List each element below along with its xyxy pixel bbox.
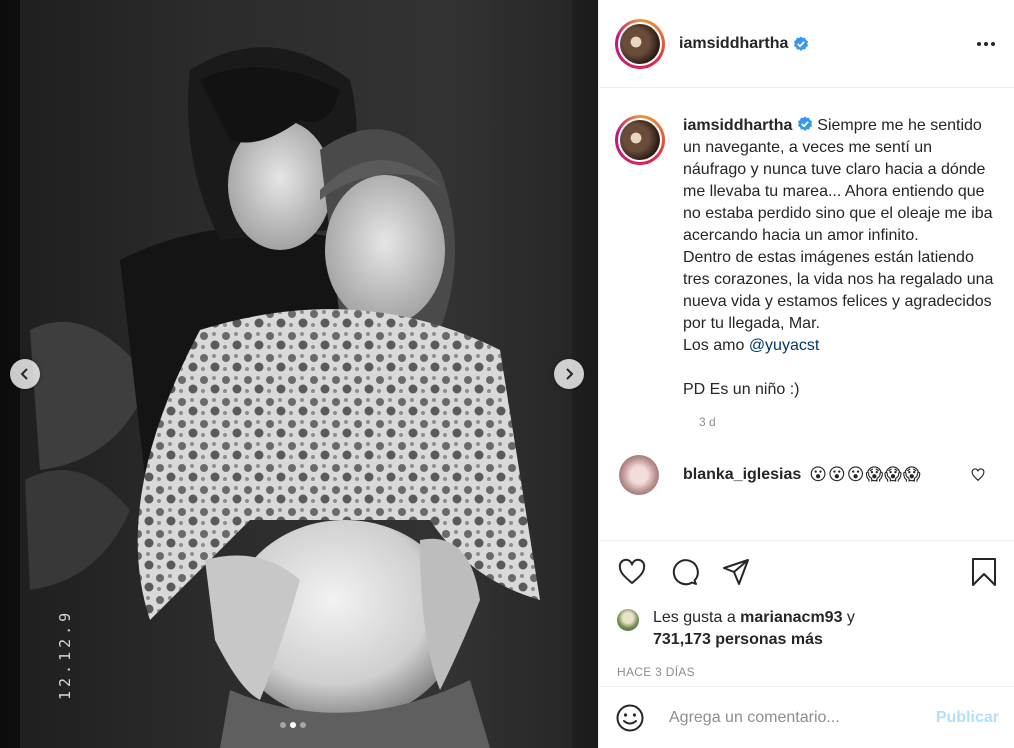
commenter-username[interactable]: blanka_iglesias	[683, 466, 801, 484]
comment-like-heart-icon[interactable]	[971, 468, 985, 482]
verified-badge-icon	[797, 116, 812, 131]
post-photo	[0, 0, 598, 748]
caption: iamsiddhartha Siempre me he sentido un n…	[615, 115, 999, 401]
comment-button[interactable]	[669, 557, 699, 587]
publish-button[interactable]: Publicar	[936, 709, 999, 727]
carousel-dot	[300, 722, 306, 728]
post-detail-panel: iamsiddhartha iamsiddhartha Siempre me h…	[598, 0, 1014, 748]
liker-avatar[interactable]	[617, 609, 639, 631]
like-button[interactable]	[617, 557, 647, 587]
author-username-text[interactable]: iamsiddhartha	[679, 35, 788, 53]
likes-prefix: Les gusta a	[653, 609, 741, 626]
carousel-indicator	[280, 722, 306, 728]
comment-input[interactable]	[669, 708, 919, 727]
post-header: iamsiddhartha	[599, 0, 1014, 88]
carousel-dot-active	[290, 722, 296, 728]
bookmark-icon	[972, 558, 996, 586]
caption-author-avatar[interactable]	[615, 115, 665, 165]
carousel-dot	[280, 722, 286, 728]
caption-postscript: PD Es un niño :)	[683, 381, 800, 398]
save-button[interactable]	[969, 557, 999, 587]
likes-connector: y	[842, 609, 855, 626]
post-actions: Les gusta a marianacm93 y 731,173 persona…	[599, 540, 1014, 679]
emoji-picker-button[interactable]	[615, 703, 645, 733]
likes-text: Les gusta a marianacm93 y 731,173 persona…	[653, 607, 855, 651]
caption-mention-link[interactable]: @yuyacst	[749, 337, 819, 354]
commenter-avatar[interactable]	[619, 455, 659, 495]
comment-text: 😮😮😮😱😱😱	[809, 465, 922, 484]
liker-username[interactable]: marianacm93	[740, 609, 842, 626]
verified-badge-icon	[794, 36, 809, 51]
emoji-icon	[616, 704, 644, 731]
likes-count-link[interactable]: 731,173 personas más	[653, 631, 823, 648]
carousel-next-button[interactable]	[554, 359, 584, 389]
comment-icon	[672, 559, 699, 586]
caption-time[interactable]: 3 d	[699, 415, 999, 429]
action-icons	[617, 555, 999, 589]
likes-summary: Les gusta a marianacm93 y 731,173 persona…	[617, 607, 999, 651]
author-avatar[interactable]	[615, 18, 665, 69]
post-timestamp[interactable]: HACE 3 DÍAS	[617, 665, 999, 679]
more-options-button[interactable]	[974, 32, 998, 56]
add-comment-form: Publicar	[599, 686, 1014, 748]
more-options-icon	[977, 41, 995, 46]
post-photo-carousel[interactable]: 12.12.9	[0, 0, 598, 748]
comment-item: blanka_iglesias 😮😮😮😱😱😱	[615, 455, 999, 495]
caption-username[interactable]: iamsiddhartha	[683, 116, 813, 134]
caption-body: Siempre me he sentido un navegante, a ve…	[683, 117, 994, 354]
heart-icon	[618, 558, 646, 584]
carousel-prev-button[interactable]	[10, 359, 40, 389]
photo-date-stamp: 12.12.9	[56, 608, 74, 700]
author-username[interactable]: iamsiddhartha	[679, 35, 809, 53]
chevron-right-icon	[566, 368, 574, 380]
share-icon	[723, 559, 749, 585]
comments-scroll-area[interactable]: iamsiddhartha Siempre me he sentido un n…	[599, 89, 1014, 540]
chevron-left-icon	[20, 368, 28, 380]
caption-text: iamsiddhartha Siempre me he sentido un n…	[683, 115, 999, 401]
caption-username-text[interactable]: iamsiddhartha	[683, 117, 792, 134]
share-button[interactable]	[721, 557, 751, 587]
